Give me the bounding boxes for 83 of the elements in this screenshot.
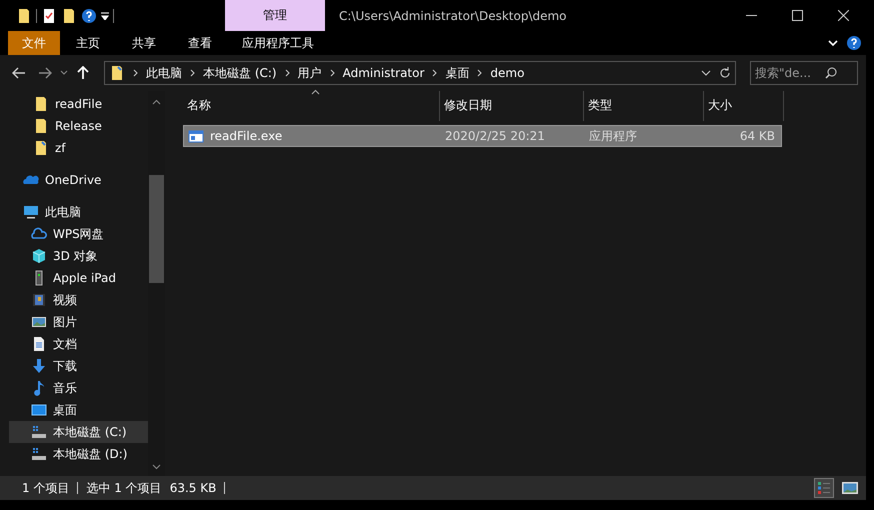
folder-icon bbox=[61, 8, 77, 24]
address-bar[interactable]: 此电脑 本地磁盘 (C:) 用户 Administrator 桌面 demo bbox=[104, 61, 736, 85]
status-text: 63.5 KB bbox=[170, 481, 216, 495]
down-arrow-icon bbox=[31, 358, 47, 374]
ribbon-tab[interactable]: 主页 bbox=[60, 31, 116, 55]
document-icon bbox=[31, 336, 47, 352]
sidebar-item[interactable]: 视频 bbox=[9, 289, 148, 311]
chevron-right-icon bbox=[190, 69, 195, 77]
folder-icon bbox=[16, 8, 32, 24]
chevron-right-icon bbox=[133, 69, 138, 77]
chevron-right-icon bbox=[432, 69, 438, 77]
forward-arrow-icon[interactable] bbox=[38, 67, 52, 79]
sidebar-item[interactable]: Release bbox=[9, 115, 148, 137]
breadcrumb[interactable]: demo bbox=[490, 66, 524, 80]
picture-icon bbox=[842, 482, 858, 494]
ribbon-tab[interactable]: 应用程序工具 bbox=[228, 31, 328, 55]
column-header[interactable]: 大小 bbox=[704, 91, 784, 121]
maximize-icon[interactable] bbox=[792, 10, 802, 21]
column-header[interactable]: 类型 bbox=[584, 91, 704, 121]
refresh-icon[interactable] bbox=[719, 67, 731, 79]
application-icon bbox=[188, 128, 204, 144]
desktop-icon bbox=[31, 402, 47, 418]
close-icon[interactable] bbox=[838, 10, 848, 21]
drive-icon bbox=[31, 424, 47, 440]
file-name: readFile.exe bbox=[210, 129, 282, 143]
sidebar-item[interactable]: 音乐 bbox=[9, 377, 148, 399]
cloud-icon bbox=[31, 226, 47, 242]
details-view-icon bbox=[817, 481, 831, 495]
sidebar-item[interactable]: 下载 bbox=[9, 355, 148, 377]
window-title: C:\Users\Administrator\Desktop\demo bbox=[339, 8, 568, 22]
sidebar-item[interactable]: 本地磁盘 (C:) bbox=[9, 421, 148, 443]
film-icon bbox=[31, 292, 47, 308]
column-header[interactable]: 修改日期 bbox=[440, 91, 584, 121]
sidebar-item[interactable]: readFile bbox=[9, 93, 148, 115]
cube-icon bbox=[31, 248, 47, 264]
file-row[interactable]: readFile.exe 2020/2/25 20:21 应用程序 64 KB bbox=[183, 125, 782, 147]
help-icon[interactable] bbox=[81, 8, 97, 24]
sidebar-item[interactable]: WPS网盘 bbox=[9, 223, 148, 245]
breadcrumb[interactable]: 用户 bbox=[298, 64, 322, 82]
scrollbar-thumb[interactable] bbox=[149, 175, 164, 283]
sidebar-item[interactable]: 桌面 bbox=[9, 399, 148, 421]
monitor-icon bbox=[23, 204, 39, 220]
sidebar-item[interactable]: zf bbox=[9, 137, 148, 159]
breadcrumb[interactable]: 此电脑 bbox=[146, 64, 182, 82]
folder-icon bbox=[33, 96, 49, 112]
folder-icon bbox=[33, 140, 49, 156]
column-header[interactable]: 名称 bbox=[183, 91, 440, 121]
chevron-right-icon bbox=[330, 69, 335, 77]
search-field[interactable]: 搜索"de... bbox=[750, 61, 858, 85]
table-cell-text: 2020/2/25 20:21 bbox=[444, 129, 546, 143]
drive-icon bbox=[31, 446, 47, 462]
sidebar-item[interactable]: 3D 对象 bbox=[9, 245, 148, 267]
search-input[interactable]: 搜索"de... bbox=[755, 66, 825, 80]
folder-icon bbox=[109, 65, 125, 81]
chevron-right-icon bbox=[477, 69, 482, 77]
dropdown-icon[interactable] bbox=[101, 12, 109, 20]
sidebar-item[interactable]: 图片 bbox=[9, 311, 148, 333]
scroll-down-icon[interactable] bbox=[152, 464, 161, 470]
table-cell-text: 应用程序 bbox=[588, 128, 638, 144]
search-icon bbox=[825, 67, 837, 79]
status-text: 1 个项目 bbox=[22, 480, 70, 496]
sidebar-item[interactable]: Apple iPad bbox=[9, 267, 148, 289]
sidebar-item[interactable]: 文档 bbox=[9, 333, 148, 355]
sidebar-item[interactable]: OneDrive bbox=[9, 169, 148, 191]
scroll-up-icon[interactable] bbox=[152, 99, 161, 105]
help-icon[interactable] bbox=[846, 35, 862, 51]
sidebar-item[interactable]: 此电脑 bbox=[9, 201, 148, 223]
breadcrumb[interactable]: Administrator bbox=[342, 66, 424, 80]
breadcrumb[interactable]: 本地磁盘 (C:) bbox=[203, 64, 277, 82]
up-arrow-icon[interactable] bbox=[77, 66, 89, 80]
properties-icon[interactable] bbox=[41, 8, 57, 24]
sidebar-item[interactable]: 本地磁盘 (D:) bbox=[9, 443, 148, 465]
ribbon-tab[interactable]: 查看 bbox=[172, 31, 228, 55]
picture-icon bbox=[31, 314, 47, 330]
chevron-down-icon[interactable] bbox=[701, 70, 711, 76]
back-arrow-icon[interactable] bbox=[12, 67, 26, 79]
folder-icon bbox=[33, 118, 49, 134]
status-text: 选中 1 个项目 bbox=[86, 480, 162, 496]
chevron-right-icon bbox=[284, 69, 290, 77]
table-cell-text: 64 KB bbox=[738, 129, 776, 143]
breadcrumb[interactable]: 桌面 bbox=[445, 64, 470, 82]
ribbon-tab[interactable]: 共享 bbox=[116, 31, 172, 55]
context-tab[interactable]: 管理 bbox=[225, 0, 325, 31]
